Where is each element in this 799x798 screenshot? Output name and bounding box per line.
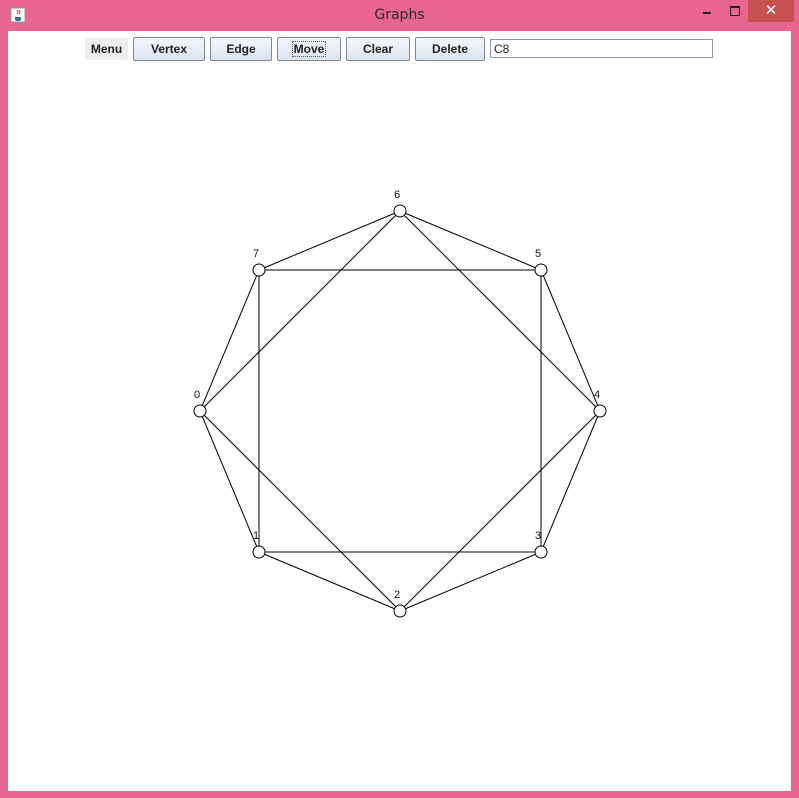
edge-6-7[interactable] <box>258 210 401 271</box>
minimize-icon <box>703 12 711 14</box>
graph-canvas-area[interactable]: Menu Vertex Edge Move Clear Delete 01234… <box>8 31 791 791</box>
edge-4-6[interactable] <box>399 210 601 412</box>
edge-5-6[interactable] <box>399 210 542 271</box>
vertex-label-2: 2 <box>394 589 400 601</box>
vertex-6[interactable] <box>393 204 407 218</box>
vertex-1[interactable] <box>252 545 266 559</box>
vertex-label-1: 1 <box>253 530 259 542</box>
vertex-label-7: 7 <box>253 248 259 260</box>
vertex-label-3: 3 <box>535 530 541 542</box>
edge-6-0[interactable] <box>199 210 401 412</box>
maximize-icon <box>730 6 740 16</box>
maximize-button[interactable] <box>722 0 748 22</box>
close-icon: ✕ <box>764 2 778 19</box>
edge-4-5[interactable] <box>540 269 601 412</box>
edge-2-3[interactable] <box>399 551 542 612</box>
vertex-3[interactable] <box>534 545 548 559</box>
vertex-0[interactable] <box>193 404 207 418</box>
vertex-5[interactable] <box>534 263 548 277</box>
vertex-4[interactable] <box>593 404 607 418</box>
vertex-label-5: 5 <box>535 248 541 260</box>
vertex-7[interactable] <box>252 263 266 277</box>
edge-7-0[interactable] <box>199 269 260 412</box>
edge-0-1[interactable] <box>199 410 260 553</box>
window-title: Graphs <box>374 7 425 23</box>
vertices-layer: 0 1 2 3 4 5 6 7 <box>193 189 607 618</box>
vertex-2[interactable] <box>393 604 407 618</box>
edge-3-4[interactable] <box>540 410 601 553</box>
edge-0-2[interactable] <box>199 410 401 612</box>
close-button[interactable]: ✕ <box>748 0 794 22</box>
title-bar: Graphs ✕ <box>0 0 799 31</box>
minimize-button[interactable] <box>694 0 720 22</box>
graph-drawing[interactable]: 0 1 2 3 4 5 6 7 <box>8 31 791 791</box>
vertex-label-0: 0 <box>194 389 200 401</box>
vertex-label-4: 4 <box>594 389 600 401</box>
edge-1-2[interactable] <box>258 551 401 612</box>
vertex-label-6: 6 <box>394 189 400 201</box>
edge-2-4[interactable] <box>399 410 601 612</box>
